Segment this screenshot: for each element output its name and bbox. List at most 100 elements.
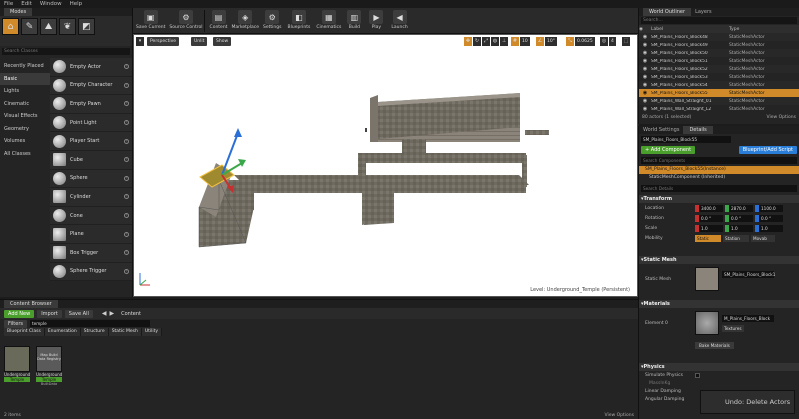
maximize-viewport-icon[interactable]: ⬚ [622, 37, 630, 46]
eye-icon[interactable]: ◉ [639, 82, 651, 88]
scale-y[interactable]: 1.0 [729, 224, 753, 232]
surface-snap-icon[interactable]: ⊥ [500, 37, 508, 46]
help-icon[interactable]: ? [124, 82, 129, 88]
simulate-physics-checkbox[interactable] [695, 372, 700, 378]
filter-chip[interactable]: Utility [141, 328, 163, 336]
viewport-options-icon[interactable]: ▾ [136, 37, 144, 46]
foliage-mode-icon[interactable]: ❦ [59, 18, 76, 35]
camera-speed-icon[interactable]: ◎ [600, 37, 608, 46]
grid-snap-icon[interactable]: # [511, 37, 519, 46]
list-item[interactable]: Plane? [50, 225, 132, 244]
camera-speed-value[interactable]: 4 [609, 37, 616, 46]
mesh-thumbnail[interactable] [695, 267, 719, 291]
unlit-button[interactable]: Unlit [191, 37, 208, 46]
show-button[interactable]: Show [213, 37, 232, 46]
material-thumbnail[interactable] [695, 311, 719, 335]
forward-icon[interactable]: ▶ [109, 310, 114, 317]
tab-modes[interactable]: Modes [4, 8, 33, 16]
view-options-button[interactable]: View Options [605, 413, 634, 418]
menu-file[interactable]: File [4, 1, 13, 7]
table-row[interactable]: ◉ SM_Plains_Wall_Straight_L2 StaticMeshAct… [639, 105, 799, 113]
blueprints-button[interactable]: ◧ Blueprints [288, 8, 310, 34]
filters-button[interactable]: Filters [4, 319, 27, 328]
filter-chip[interactable]: Blueprint Class [4, 328, 45, 336]
tab-layers[interactable]: Layers [695, 9, 712, 15]
add-component-button[interactable]: + Add Component [641, 146, 696, 154]
outliner-search-input[interactable]: Search... [641, 17, 797, 24]
help-icon[interactable]: ? [124, 120, 129, 126]
location-x[interactable]: 3400.0 [699, 204, 723, 212]
static-mesh-value[interactable]: SM_Plains_Floors_Block1 [722, 270, 775, 278]
filter-chip[interactable]: Enumeration [44, 328, 81, 336]
table-row[interactable]: ◉ SM_Plains_Floors_Block54 StaticMeshActor [639, 81, 799, 89]
eye-icon[interactable]: ◉ [639, 74, 651, 80]
menu-window[interactable]: Window [40, 1, 62, 7]
search-details-input[interactable]: Search Details [641, 185, 797, 192]
eye-icon[interactable]: ◉ [639, 50, 651, 56]
eye-icon[interactable]: ◉ [639, 98, 651, 104]
scale-z[interactable]: 1.0 [759, 224, 783, 232]
translate-tool-icon[interactable]: ✥ [464, 37, 472, 46]
asset-search-input[interactable]: temple [30, 320, 150, 327]
place-mode-icon[interactable]: ⌂ [2, 18, 19, 35]
static-mesh-section[interactable]: ▾ Static Mesh [639, 256, 799, 264]
world-local-icon[interactable]: ◍ [491, 37, 499, 46]
list-item[interactable]: Point Light? [50, 113, 132, 133]
content-button[interactable]: ▤ Content [210, 8, 227, 34]
list-item[interactable]: Sphere? [50, 169, 132, 189]
tab-world-settings[interactable]: World Settings [643, 127, 679, 133]
mobility-static[interactable]: Static [695, 235, 721, 242]
category-lights[interactable]: Lights [0, 85, 50, 98]
launch-button[interactable]: ◀ Launch [391, 8, 408, 34]
eye-icon[interactable]: ◉ [639, 34, 651, 40]
blueprint-add-script-button[interactable]: Blueprint/Add Script [738, 146, 797, 154]
list-item[interactable]: Empty Pawn? [50, 95, 132, 114]
modes-search-input[interactable]: Search Classes [2, 48, 130, 55]
component-instance[interactable]: SM_Plains_Floors_Block55(Instance) [639, 166, 799, 174]
list-item[interactable]: Cube? [50, 150, 132, 170]
table-row[interactable]: ◉ SM_Plains_Wall_Straight_01 StaticMeshAct… [639, 97, 799, 105]
help-icon[interactable]: ? [124, 213, 129, 219]
filter-chip[interactable]: Structure [80, 328, 109, 336]
physics-section[interactable]: ▾ Physics [639, 363, 799, 371]
scale-tool-icon[interactable]: ⤢ [482, 37, 490, 46]
source-control-button[interactable]: ⚙ Source Control [169, 8, 203, 34]
grid-snap-value[interactable]: 10 [520, 37, 530, 46]
save-all-button[interactable]: Save All [64, 309, 93, 318]
search-components-input[interactable]: Search Components [641, 157, 797, 164]
category-recently-placed[interactable]: Recently Placed [0, 60, 50, 73]
category-all-classes[interactable]: All Classes [0, 148, 50, 161]
list-item[interactable]: Cylinder? [50, 188, 132, 207]
geometry-mode-icon[interactable]: ◩ [78, 18, 95, 35]
category-visual-effects[interactable]: Visual Effects [0, 110, 50, 123]
menu-edit[interactable]: Edit [21, 1, 32, 7]
save-current-button[interactable]: ▣ Save Current [136, 8, 165, 34]
scale-x[interactable]: 1.0 [699, 224, 723, 232]
bake-materials-button[interactable]: Bake Materials [695, 342, 734, 349]
mobility-stationary[interactable]: Station [723, 235, 749, 242]
rotation-snap-icon[interactable]: ∠ [536, 37, 544, 46]
tab-world-outliner[interactable]: World Outliner [643, 8, 692, 16]
view-options-button[interactable]: View Options [767, 115, 796, 120]
table-row[interactable]: ◉ SM_Plains_Floors_Block53 StaticMeshActor [639, 73, 799, 81]
list-item[interactable]: Player Start? [50, 132, 132, 151]
eye-icon[interactable]: ◉ [639, 58, 651, 64]
help-icon[interactable]: ? [124, 101, 129, 107]
level-viewport[interactable]: ▾ Perspective Unlit Show ✥ ↻ ⤢ ◍ ⊥ # 10 … [133, 34, 638, 297]
scene-geometry[interactable] [134, 35, 637, 296]
marketplace-button[interactable]: ◈ Marketplace [231, 8, 259, 34]
table-row[interactable]: ◉ SM_Plains_Floors_Block49 StaticMeshActor [639, 41, 799, 49]
rotation-y[interactable]: 0.0 ° [729, 214, 753, 222]
category-cinematic[interactable]: Cinematic [0, 98, 50, 111]
eye-icon[interactable]: ◉ [639, 90, 651, 96]
table-row-selected[interactable]: ◉ SM_Plains_Floors_Block55 StaticMeshActor [639, 89, 799, 97]
asset-tile[interactable]: Map Build Data Registry Underground Temp… [36, 346, 62, 386]
perspective-button[interactable]: Perspective [147, 37, 180, 46]
menu-help[interactable]: Help [70, 1, 83, 7]
eye-icon[interactable]: ◉ [639, 106, 651, 112]
list-item[interactable]: Cone? [50, 206, 132, 226]
category-basic[interactable]: Basic [0, 72, 50, 85]
tab-details[interactable]: Details [683, 126, 713, 134]
list-item[interactable]: Empty Actor? [50, 58, 132, 77]
help-icon[interactable]: ? [124, 175, 129, 181]
